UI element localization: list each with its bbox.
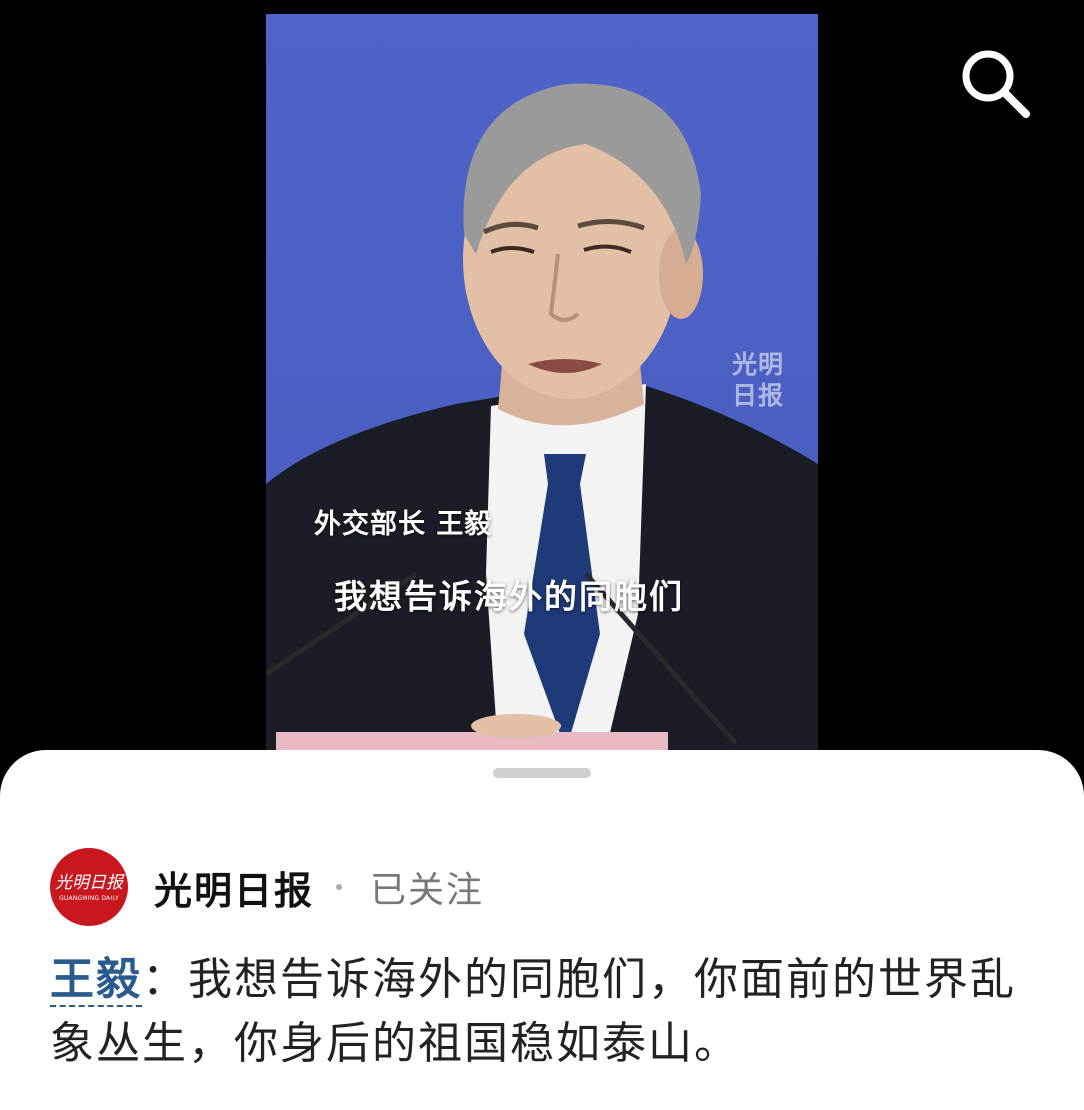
video-caption-subtitle: 我想告诉海外的同胞们	[334, 577, 684, 616]
avatar[interactable]: 光明日报 GUANGMING DAILY	[50, 848, 128, 926]
mention-separator: ：	[142, 954, 188, 1005]
separator-dot	[336, 884, 343, 890]
video-caption-speaker: 外交部长 王毅	[314, 509, 493, 540]
video-watermark: 光明 日报	[718, 349, 798, 411]
post-body: 王毅：我想告诉海外的同胞们，你面前的世界乱象丛生，你身后的祖国稳如泰山。	[50, 948, 1040, 1076]
avatar-logo-subtext: GUANGMING DAILY	[59, 894, 119, 902]
author-name[interactable]: 光明日报	[154, 860, 314, 915]
post-detail-sheet: 光明日报 GUANGMING DAILY 光明日报 已关注 王毅：我想告诉海外的…	[0, 750, 1084, 1110]
avatar-logo-text: 光明日报	[55, 872, 123, 893]
video-player[interactable]: 光明 日报 外交部长 王毅 我想告诉海外的同胞们	[266, 14, 818, 750]
search-icon	[962, 50, 1030, 118]
sheet-drag-handle[interactable]	[493, 768, 591, 778]
author-row: 光明日报 GUANGMING DAILY 光明日报 已关注	[50, 848, 484, 926]
search-button[interactable]	[956, 44, 1034, 122]
mention-link[interactable]: 王毅	[50, 954, 142, 1007]
post-text: 我想告诉海外的同胞们，你面前的世界乱象丛生，你身后的祖国稳如泰山。	[50, 954, 1016, 1069]
watermark-line-1: 光明	[731, 350, 784, 379]
follow-status-button[interactable]: 已关注	[370, 861, 484, 913]
watermark-line-2: 日报	[731, 381, 784, 410]
